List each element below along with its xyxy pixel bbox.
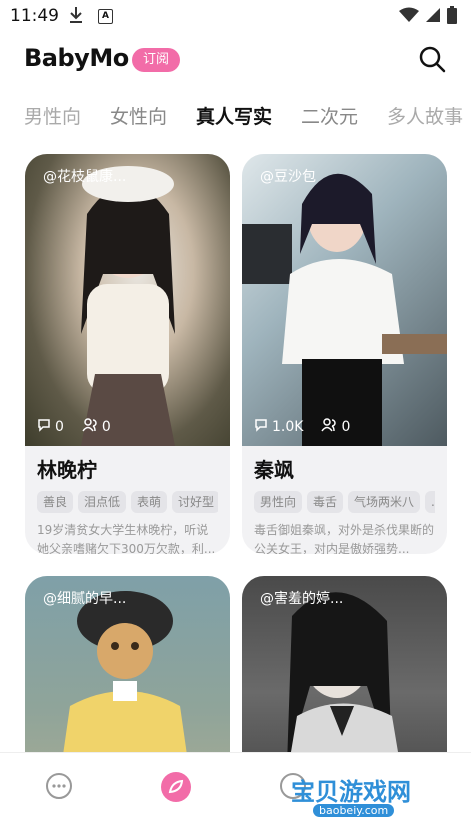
app-header: BabyMo 订阅 bbox=[0, 40, 471, 80]
users-icon bbox=[321, 418, 337, 436]
wifi-icon bbox=[399, 7, 419, 27]
signal-icon bbox=[425, 7, 441, 27]
character-image: @害羞的婷... bbox=[242, 576, 447, 754]
tag: 善良 bbox=[37, 491, 74, 513]
user-count: 0 bbox=[341, 419, 351, 435]
character-card[interactable]: @花枝鼠康... 0 0 林晚柠 善良 泪点低 表萌 讨好型 19岁清贫女大学生… bbox=[25, 154, 230, 554]
users-icon bbox=[82, 418, 98, 436]
character-grid: @花枝鼠康... 0 0 林晚柠 善良 泪点低 表萌 讨好型 19岁清贫女大学生… bbox=[0, 154, 471, 754]
app-logo: BabyMo bbox=[24, 44, 129, 72]
character-card[interactable]: @害羞的婷... bbox=[242, 576, 447, 754]
tab-multi-story[interactable]: 多人故事 bbox=[387, 102, 463, 129]
card-author: @害羞的婷... bbox=[260, 591, 344, 607]
watermark-url: baobeiy.com bbox=[313, 804, 395, 817]
character-name: 秦飒 bbox=[254, 458, 294, 482]
card-author: @豆沙包 bbox=[260, 169, 316, 185]
comment-icon bbox=[254, 418, 268, 436]
subscribe-button[interactable]: 订阅 bbox=[132, 48, 180, 72]
tab-anime[interactable]: 二次元 bbox=[301, 102, 358, 129]
comment-count: 1.0K bbox=[272, 419, 304, 435]
tag: 男性向 bbox=[254, 491, 303, 513]
status-bar: 11:49 A bbox=[0, 0, 471, 32]
battery-icon bbox=[447, 6, 457, 28]
card-stats: 1.0K 0 bbox=[254, 418, 350, 436]
search-icon[interactable] bbox=[417, 44, 447, 74]
app-notification-icon: A bbox=[98, 9, 113, 24]
tag: 泪点低 bbox=[78, 491, 127, 513]
user-count: 0 bbox=[101, 419, 111, 435]
tag: 讨好型 bbox=[172, 491, 218, 513]
tag: 气场两米八 bbox=[348, 491, 421, 513]
download-icon bbox=[68, 6, 84, 28]
character-description: 毒舌御姐秦飒，对外是杀伐果断的公关女王，对内是傲娇强势... bbox=[254, 523, 435, 554]
chat-icon[interactable] bbox=[44, 771, 76, 803]
card-author: @细腻的早... bbox=[43, 591, 127, 607]
character-card[interactable]: @豆沙包 1.0K 0 秦飒 男性向 毒舌 气场两米八 ... 毒舌御姐秦飒，对… bbox=[242, 154, 447, 554]
character-image: @花枝鼠康... 0 0 bbox=[25, 154, 230, 446]
card-author: @花枝鼠康... bbox=[43, 169, 127, 185]
tag-list: 善良 泪点低 表萌 讨好型 bbox=[37, 491, 218, 513]
character-image: @细腻的早... bbox=[25, 576, 230, 754]
status-time: 11:49 bbox=[10, 6, 59, 26]
discover-icon[interactable] bbox=[160, 771, 192, 803]
character-description: 19岁清贫女大学生林晚柠，听说她父亲嗜赌欠下300万欠款，利... bbox=[37, 523, 216, 554]
tag: ... bbox=[425, 491, 435, 513]
comment-icon bbox=[37, 418, 51, 436]
tab-male[interactable]: 男性向 bbox=[24, 102, 81, 129]
tag: 毒舌 bbox=[307, 491, 344, 513]
watermark-logo: 宝贝游戏网 baobeiy.com bbox=[271, 770, 441, 830]
character-name: 林晚柠 bbox=[37, 458, 97, 482]
category-tabs: 男性向 女性向 真人写实 二次元 多人故事 bbox=[0, 102, 471, 138]
tag: 表萌 bbox=[131, 491, 168, 513]
watermark-text: 宝贝游戏网 bbox=[291, 778, 411, 806]
tab-realistic[interactable]: 真人写实 bbox=[196, 102, 272, 129]
tag-list: 男性向 毒舌 气场两米八 ... bbox=[254, 491, 435, 513]
tab-female[interactable]: 女性向 bbox=[110, 102, 167, 129]
comment-count: 0 bbox=[55, 419, 64, 435]
character-card[interactable]: @细腻的早... bbox=[25, 576, 230, 754]
character-image: @豆沙包 1.0K 0 bbox=[242, 154, 447, 446]
card-stats: 0 0 bbox=[37, 418, 111, 436]
